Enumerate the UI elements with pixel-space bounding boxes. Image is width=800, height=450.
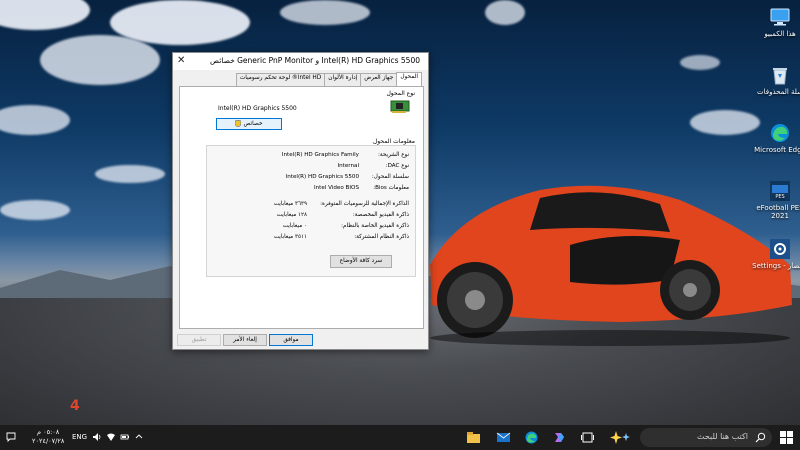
info-label: نوع DAC:	[385, 163, 409, 169]
desktop-icon-edge[interactable]: Microsoft Edge	[752, 122, 800, 154]
close-icon[interactable]: ✕	[177, 55, 185, 66]
cloud	[95, 165, 165, 183]
desktop-icon-label: هذا الكمبيو	[764, 30, 796, 38]
memory-value: ٣٥١١ ميغابايت	[273, 234, 307, 240]
file-explorer-icon[interactable]	[466, 430, 481, 445]
info-value: Intel Video BIOS	[313, 185, 359, 191]
windows-start-icon[interactable]	[780, 431, 793, 444]
taskbar-clock[interactable]: ٠٥:٠٨ م ٢٠٢٤/٠٧/٢٨	[32, 428, 64, 446]
svg-text:PES: PES	[775, 194, 784, 200]
chevron-up-icon[interactable]	[134, 432, 144, 442]
settings-shortcut-icon	[770, 239, 790, 259]
memory-label: ذاكرة الفيديو الخاصة بالنظام:	[341, 223, 409, 229]
battery-icon[interactable]	[120, 432, 130, 442]
pes-icon: PES	[770, 181, 790, 201]
cloud	[485, 0, 525, 25]
adapter-tab-panel: نوع المحول Intel(R) HD Graphics 5500 خصا…	[179, 86, 424, 329]
search-icon	[755, 432, 766, 443]
computer-icon	[770, 8, 790, 26]
cloud	[110, 0, 250, 45]
tab-intel-graphics-control-panel[interactable]: لوحة تحكم رسوميات ®Intel HD	[235, 73, 326, 86]
desktop-icon-label: سلة المحذوفات	[757, 88, 800, 96]
dialog-tabs: المحول جهاز العرض إدارة الألوان لوحة تحك…	[235, 72, 422, 86]
sports-car-image	[430, 185, 792, 346]
taskbar-search-box[interactable]: اكتب هنا للبحث	[640, 428, 772, 447]
watermark-logo: 4	[70, 398, 80, 414]
notification-center-icon[interactable]	[6, 432, 16, 442]
adapter-properties-button[interactable]: خصائص	[216, 118, 282, 130]
desktop-icon-label: Microsoft Edge	[754, 146, 800, 154]
adapter-type-heading: نوع المحول	[386, 90, 415, 97]
cloud	[690, 110, 760, 135]
cloud	[0, 0, 90, 30]
ok-button[interactable]: موافق	[269, 334, 313, 346]
cloud	[40, 35, 160, 85]
memory-value: ٠ ميغابايت	[282, 223, 307, 229]
copilot-icon[interactable]	[552, 430, 567, 445]
dialog-title: خصائص Generic PnP Monitor و Intel(R) HD …	[210, 56, 420, 65]
info-label: سلسلة المحول:	[371, 174, 409, 180]
memory-value: ٣٦٣٩ ميغابايت	[273, 201, 307, 207]
wifi-icon[interactable]	[106, 432, 116, 442]
clock-time: ٠٥:٠٨ م	[37, 428, 60, 436]
desktop-icon-label: eFootball PES 2021	[756, 204, 800, 220]
clock-date: ٢٠٢٤/٠٧/٢٨	[32, 437, 65, 445]
adapter-info-heading: معلومات المحول	[372, 138, 415, 145]
speaker-icon[interactable]	[92, 432, 102, 442]
info-value: Intel(R) HD Graphics Family	[281, 152, 359, 158]
memory-label: الذاكرة الإجمالية للرسوميات المتوفرة:	[320, 201, 409, 207]
list-all-modes-button[interactable]: سرد كافة الأوضاع	[330, 255, 392, 268]
task-view-icon[interactable]	[580, 430, 595, 445]
info-label: نوع الشريحة:	[378, 152, 409, 158]
cloud	[0, 200, 70, 220]
cloud	[680, 55, 720, 70]
cloud	[0, 105, 70, 135]
search-placeholder: اكتب هنا للبحث	[697, 432, 748, 441]
adapter-properties-label: خصائص	[243, 121, 263, 127]
cloud	[280, 0, 370, 25]
desktop-icon-recycle-bin[interactable]: سلة المحذوفات	[752, 64, 800, 96]
desktop-icon-label: Settings - اختصار	[752, 262, 800, 270]
recycle-bin-icon	[773, 68, 787, 85]
desktop-icon-pes[interactable]: PES eFootball PES 2021	[752, 180, 800, 220]
adapter-name: Intel(R) HD Graphics 5500	[218, 105, 297, 112]
uac-shield-icon	[235, 120, 242, 127]
edge-taskbar-icon[interactable]	[524, 430, 539, 445]
dialog-title-bar[interactable]: ✕ خصائص Generic PnP Monitor و Intel(R) H…	[173, 53, 428, 70]
language-indicator[interactable]: ENG	[72, 433, 87, 441]
apply-button[interactable]: تطبيق	[177, 334, 221, 346]
info-value: Internal	[337, 163, 359, 169]
tab-adapter[interactable]: المحول	[396, 72, 422, 86]
desktop-icon-this-pc[interactable]: هذا الكمبيو	[752, 6, 800, 38]
mail-icon[interactable]	[496, 430, 511, 445]
memory-label: ذاكرة النظام المشتركة:	[354, 234, 409, 240]
desktop-icon-settings[interactable]: Settings - اختصار	[752, 238, 800, 270]
info-label: معلومات Bios:	[373, 185, 409, 191]
graphics-card-icon	[390, 100, 410, 113]
cancel-button[interactable]: إلغاء الأمر	[223, 334, 267, 346]
edge-icon	[771, 124, 789, 142]
display-properties-dialog: ✕ خصائص Generic PnP Monitor و Intel(R) H…	[172, 52, 429, 350]
copilot-sparkle-icon[interactable]	[608, 430, 632, 445]
info-value: Intel(R) HD Graphics 5500	[285, 174, 359, 180]
tab-color-management[interactable]: إدارة الألوان	[324, 73, 362, 86]
taskbar: ٠٥:٠٨ م ٢٠٢٤/٠٧/٢٨ ENG اكتب هنا للبحث	[0, 425, 800, 450]
memory-value: ١٢٨ ميغابايت	[276, 212, 307, 218]
tab-monitor[interactable]: جهاز العرض	[360, 73, 398, 86]
memory-label: ذاكرة الفيديو المخصصة:	[352, 212, 409, 218]
